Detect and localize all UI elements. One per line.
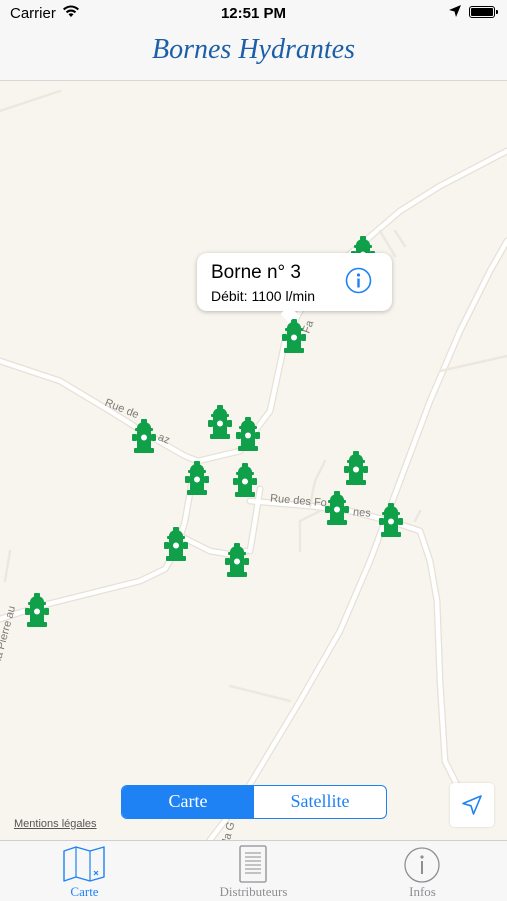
locate-button[interactable] [450,783,494,827]
hydrant-marker[interactable] [233,463,257,497]
callout[interactable]: Borne n° 3 Débit: 1100 l/min [197,253,392,323]
hydrant-marker[interactable] [225,543,249,577]
hydrant-marker[interactable] [325,491,349,525]
status-bar: Carrier 12:51 PM [0,0,507,28]
segment-carte[interactable]: Carte [122,786,254,818]
page-title: Bornes Hydrantes [152,34,355,65]
tab-distributeurs[interactable]: Distributeurs [169,841,338,901]
battery-icon [469,6,498,18]
hydrant-marker[interactable] [185,461,209,495]
callout-title: Borne n° 3 [211,262,301,283]
list-icon [239,845,267,883]
location-arrow-icon [462,795,482,815]
hydrant-marker[interactable] [25,593,49,627]
info-icon [404,847,440,883]
tab-carte[interactable]: Carte [0,841,169,901]
map-type-segmented-control: Carte Satellite [121,785,387,819]
tab-label: Carte [70,884,99,899]
map-roads [0,89,507,840]
street-label: nes [352,506,372,520]
hydrant-marker[interactable] [164,527,188,561]
map-view[interactable]: Rue de az Rue des Fo nes la Pierre au Fa… [0,81,507,840]
status-time: 12:51 PM [220,5,287,22]
map-icon [63,846,105,882]
tab-infos[interactable]: Infos [338,841,507,901]
hydrant-marker[interactable] [344,451,368,485]
tab-bar: Carte Distributeurs Infos [0,840,507,901]
hydrant-marker[interactable] [208,405,232,439]
location-arrow-icon [448,4,462,22]
navigation-bar: Bornes Hydrantes [0,28,507,81]
info-icon[interactable] [345,267,372,294]
legal-link[interactable]: Mentions légales [14,818,97,830]
hydrant-marker[interactable] [282,319,306,353]
hydrant-marker[interactable] [379,503,403,537]
segment-satellite[interactable]: Satellite [254,786,386,818]
hydrant-marker[interactable] [132,419,156,453]
tab-label: Infos [409,884,436,899]
callout-subtitle: Débit: 1100 l/min [211,288,316,304]
hydrant-marker[interactable] [236,417,260,451]
tab-label: Distributeurs [219,884,288,899]
